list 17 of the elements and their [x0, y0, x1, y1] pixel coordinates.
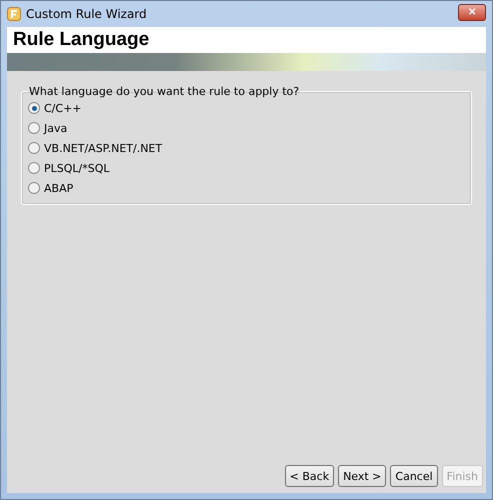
radio-option[interactable]: ABAP: [28, 180, 465, 196]
page-title: Rule Language: [13, 29, 150, 51]
radio-option[interactable]: C/C++: [28, 100, 465, 116]
radio-button[interactable]: [28, 122, 40, 134]
radio-option[interactable]: PLSQL/*SQL: [28, 160, 465, 176]
radio-button[interactable]: [28, 162, 40, 174]
wizard-button[interactable]: Cancel: [390, 465, 438, 487]
app-icon: [7, 7, 21, 21]
wizard-button[interactable]: Next >: [338, 465, 386, 487]
wizard-button[interactable]: < Back: [284, 465, 334, 487]
group-label: What language do you want the rule to apply to?: [28, 85, 300, 98]
radio-button[interactable]: [28, 102, 40, 114]
radio-option[interactable]: Java: [28, 120, 465, 136]
radio-option[interactable]: VB.NET/ASP.NET/.NET: [28, 140, 465, 156]
radio-button[interactable]: [28, 182, 40, 194]
window-title: Custom Rule Wizard: [26, 7, 148, 21]
radio-button[interactable]: [28, 142, 40, 154]
